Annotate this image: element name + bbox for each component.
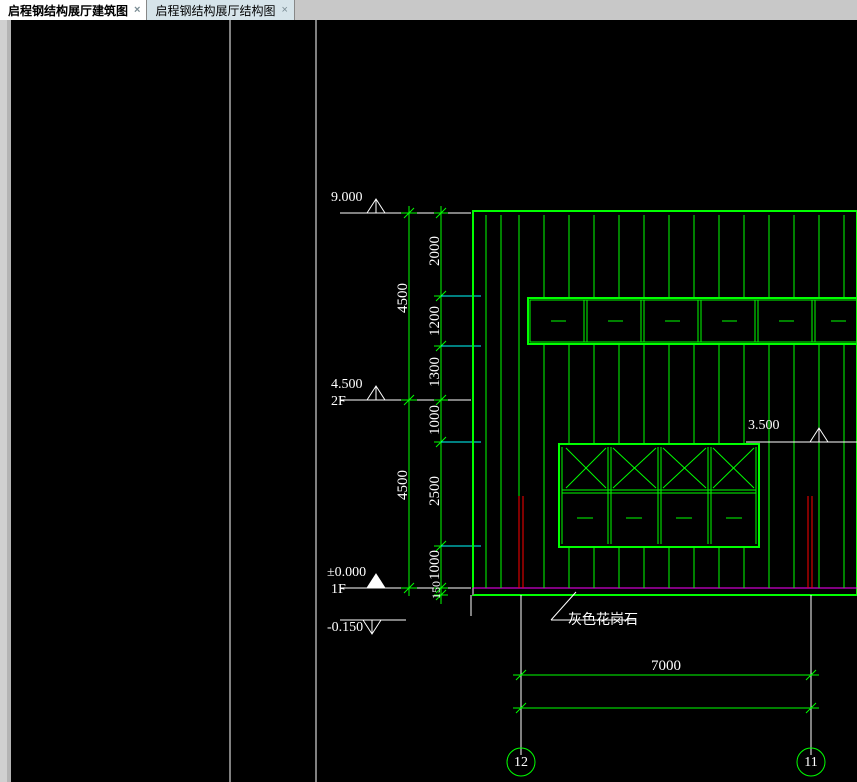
dim-v-b: 1200 xyxy=(427,306,444,336)
dim-v-c: 1300 xyxy=(427,357,444,387)
grid-bubble-left: 12 xyxy=(514,755,528,770)
dim-v-outer-lower: 4500 xyxy=(395,470,412,500)
level-name-mid: 2F xyxy=(331,394,346,410)
cad-drawing: 12 11 7000 xyxy=(11,20,857,782)
dim-v-g: 150 xyxy=(429,581,444,599)
dim-v-e: 2500 xyxy=(427,476,444,506)
level-name-base: 1F xyxy=(331,582,346,598)
level-elev-right: 3.500 xyxy=(748,418,780,434)
tab-label: 启程钢结构展厅建筑图 xyxy=(8,2,128,19)
dim-v-outer-upper: 4500 xyxy=(395,283,412,313)
dim-v-a: 2000 xyxy=(427,236,444,266)
tab-drawing-2[interactable]: 启程钢结构展厅结构图 × xyxy=(147,0,294,20)
close-icon[interactable]: × xyxy=(134,4,140,16)
level-elev-base: ±0.000 xyxy=(327,565,366,581)
level-elev-mid: 4.500 xyxy=(331,377,363,393)
dim-h: 7000 xyxy=(651,658,681,674)
tab-label: 启程钢结构展厅结构图 xyxy=(155,2,275,19)
dim-v-d: 1000 xyxy=(427,405,444,435)
drawing-canvas[interactable]: 12 11 7000 9.000 4.500 2F ±0.000 1F -0.1… xyxy=(11,20,857,782)
note-bottom: 灰色花岗石 xyxy=(568,609,638,629)
dim-v-f: 1000 xyxy=(427,550,444,580)
tab-strip: 启程钢结构展厅建筑图 × 启程钢结构展厅结构图 × xyxy=(0,0,857,20)
grid-bubble-right: 11 xyxy=(804,755,817,770)
tab-drawing-1[interactable]: 启程钢结构展厅建筑图 × xyxy=(0,0,147,20)
level-elev-top: 9.000 xyxy=(331,190,363,206)
left-gutter xyxy=(0,20,7,782)
close-icon[interactable]: × xyxy=(281,4,287,16)
level-elev-below: -0.150 xyxy=(327,620,363,636)
